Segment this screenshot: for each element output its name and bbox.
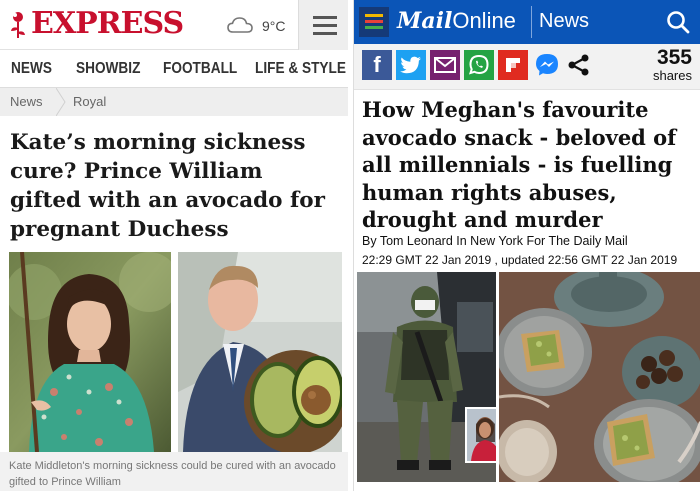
cloud-icon	[227, 17, 253, 33]
twitter-icon[interactable]	[396, 50, 426, 80]
share-bar: f 355 shares	[354, 44, 700, 90]
share-count-label: shares	[652, 68, 692, 83]
share-count: 355 shares	[653, 47, 692, 83]
breadcrumb: News Royal	[0, 88, 348, 116]
share-icon[interactable]	[566, 50, 592, 80]
caption-text: Kate Middleton's morning sickness could …	[9, 460, 336, 488]
soldier-photo	[357, 272, 496, 482]
share-count-number: 355	[656, 46, 692, 69]
express-nav: NEWS SHOWBIZ FOOTBALL LIFE & STYLE	[0, 50, 348, 88]
header-divider	[531, 6, 532, 38]
hamburger-menu-icon[interactable]	[359, 7, 389, 37]
hamburger-menu-icon[interactable]	[298, 0, 348, 50]
article-byline[interactable]: By Tom Leonard In New York For The Daily…	[362, 234, 628, 248]
messenger-icon[interactable]	[532, 50, 562, 80]
flipboard-icon[interactable]	[498, 50, 528, 80]
mailonline-page: MailOnline News f 355 shares How Meghan'…	[353, 0, 700, 491]
image-caption: Kate Middleton's morning sickness could …	[0, 452, 348, 491]
logo-suffix: Online	[452, 8, 516, 33]
breadcrumb-separator-icon	[56, 88, 66, 116]
facebook-icon[interactable]: f	[362, 50, 392, 80]
temperature-readout: 9°C	[262, 18, 286, 34]
mailonline-header: MailOnline News	[354, 0, 700, 44]
rose-logo-icon	[11, 12, 25, 38]
express-header: EXPRESS 9°C	[0, 0, 348, 50]
express-logo[interactable]: EXPRESS	[31, 6, 184, 41]
article-timestamps: 22:29 GMT 22 Jan 2019 , updated 22:56 GM…	[362, 253, 678, 267]
nav-item-life-style[interactable]: LIFE & STYLE	[255, 60, 346, 78]
express-page: EXPRESS 9°C NEWS SHOWBIZ FOOTBALL LIFE &…	[0, 0, 348, 491]
nav-item-news[interactable]: NEWS	[11, 60, 52, 78]
whatsapp-icon[interactable]	[464, 50, 494, 80]
article-headline: Kate’s morning sickness cure? Prince Wil…	[10, 130, 325, 242]
logo-brand: Mail	[397, 8, 453, 34]
search-icon[interactable]	[665, 9, 691, 35]
mailonline-logo[interactable]: MailOnline	[397, 8, 516, 34]
article-headline: How Meghan's favourite avocado snack - b…	[362, 97, 677, 232]
avocado-toast-photo	[499, 272, 700, 482]
breadcrumb-royal[interactable]: Royal	[73, 94, 106, 109]
breadcrumb-news[interactable]: News	[10, 94, 43, 109]
nav-item-showbiz[interactable]: SHOWBIZ	[76, 60, 140, 78]
prince-william-photo	[178, 252, 342, 452]
section-title[interactable]: News	[539, 10, 589, 33]
email-icon[interactable]	[430, 50, 460, 80]
duchess-photo	[9, 252, 171, 452]
nav-item-football[interactable]: FOOTBALL	[163, 60, 237, 78]
